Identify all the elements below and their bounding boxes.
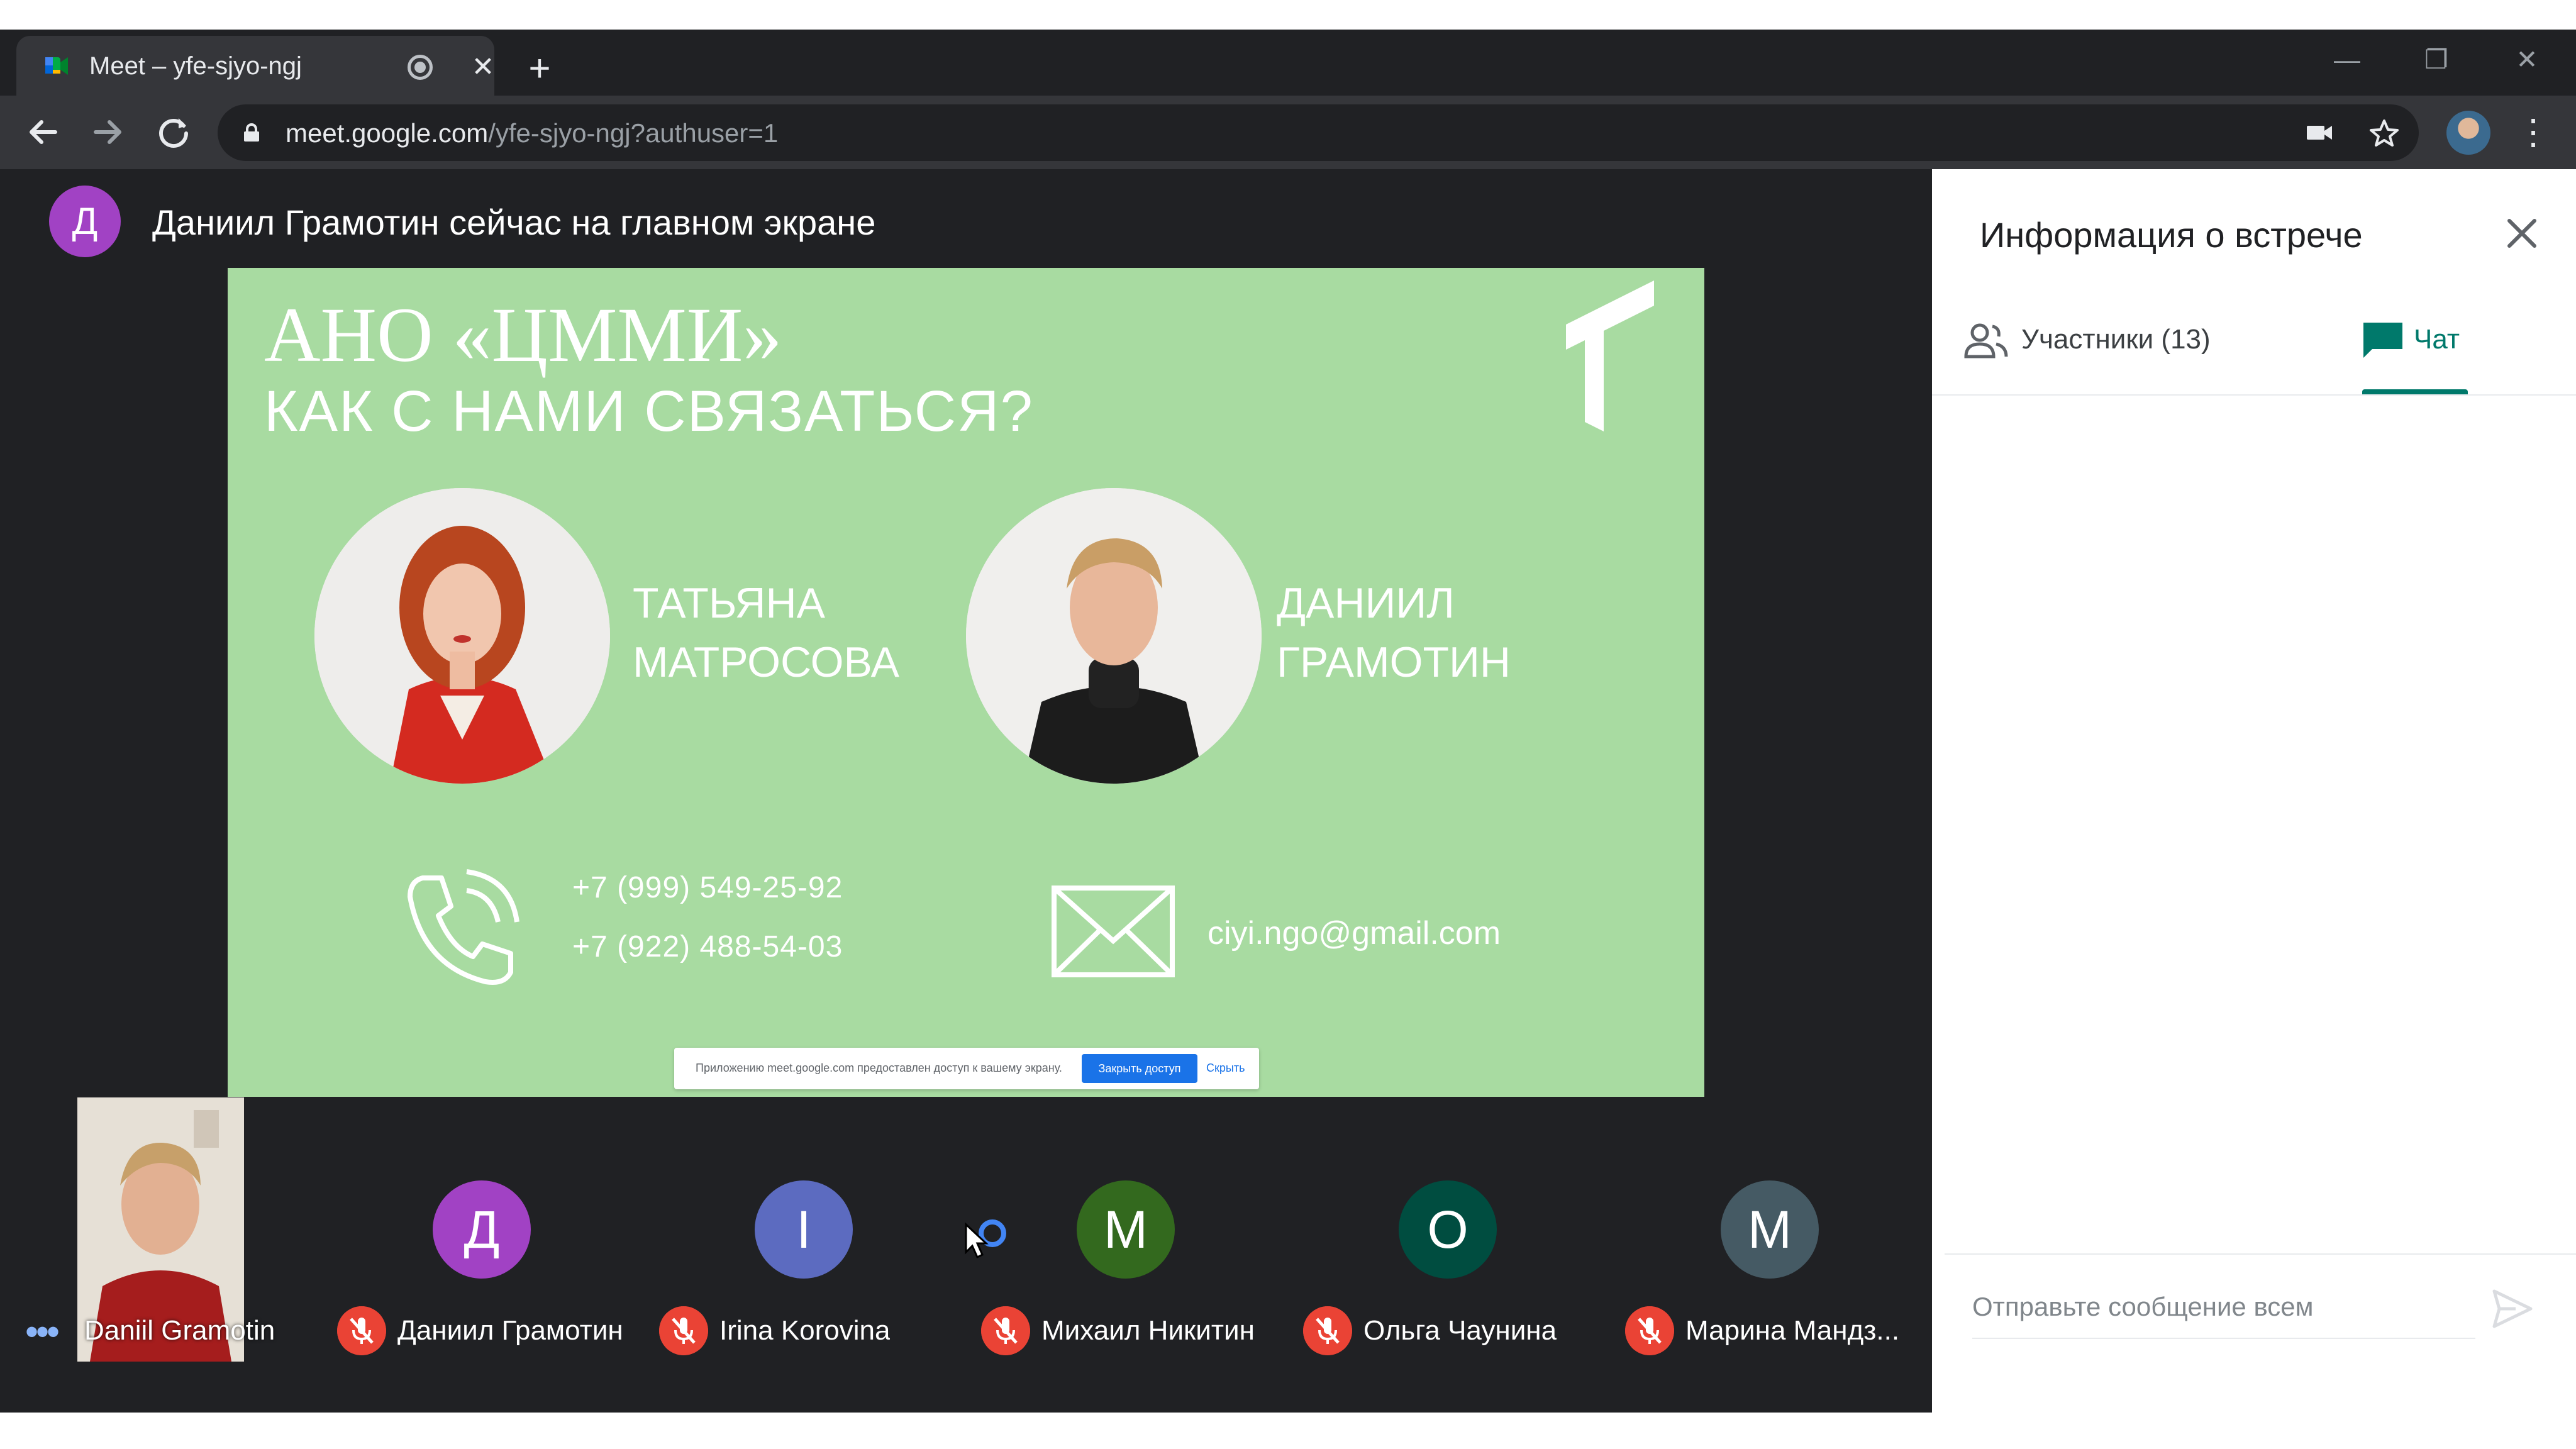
participant-strip: ••• Daniil Gramotin Д Даниил Грамотин I bbox=[0, 1097, 1932, 1413]
mic-muted-icon bbox=[981, 1306, 1030, 1355]
url-path: /yfe-sjyo-ngj?authuser=1 bbox=[488, 118, 779, 148]
phone-number-1: +7 (999) 549-25-92 bbox=[572, 871, 843, 904]
participant-name: Марина Мандз... bbox=[1685, 1315, 1900, 1346]
person1-first-name: ТАТЬЯНА bbox=[633, 579, 825, 627]
recording-indicator-icon bbox=[408, 55, 433, 80]
person-photo-tatyana-image bbox=[314, 488, 610, 784]
mic-muted-icon bbox=[659, 1306, 708, 1355]
participant-avatar: О bbox=[1399, 1180, 1497, 1279]
slide-title: АНО «ЦММИ» bbox=[264, 292, 782, 378]
slide-subtitle: КАК С НАМИ СВЯЗАТЬСЯ? bbox=[264, 379, 1034, 443]
person2-first-name: ДАНИИЛ bbox=[1277, 579, 1455, 627]
person-photo-daniil-image bbox=[966, 488, 1262, 784]
participant-tile[interactable]: М Михаил Никитин bbox=[966, 1097, 1288, 1413]
participant-name: Irina Korovina bbox=[719, 1315, 891, 1346]
profile-avatar[interactable] bbox=[2446, 111, 2490, 155]
participant-name: Даниил Грамотин bbox=[397, 1315, 623, 1346]
camera-in-use-icon[interactable] bbox=[2304, 118, 2336, 147]
people-icon bbox=[1964, 323, 2008, 358]
participant-avatar: I bbox=[755, 1180, 853, 1279]
new-tab-button[interactable]: + bbox=[522, 50, 557, 87]
back-arrow-icon[interactable] bbox=[23, 112, 63, 152]
minimize-button[interactable]: — bbox=[2322, 42, 2372, 77]
tab-chat[interactable]: Чат bbox=[2360, 320, 2523, 396]
tabs-divider bbox=[1932, 394, 2576, 396]
person-photo-tatyana bbox=[314, 488, 610, 784]
chat-message-input[interactable] bbox=[1972, 1276, 2475, 1339]
screen-share-notice: Приложению meet.google.com предоставлен … bbox=[674, 1048, 1259, 1089]
hide-notice-link[interactable]: Скрыть bbox=[1206, 1062, 1245, 1075]
meeting-stage: Д Даниил Грамотин сейчас на главном экра… bbox=[0, 169, 1932, 1413]
browser-menu-icon[interactable]: ⋮ bbox=[2516, 112, 2551, 152]
browser-tabstrip: Meet – yfe-sjyo-ngj ✕ + — ❐ ✕ bbox=[0, 30, 2576, 96]
url-text: meet.google.com/yfe-sjyo-ngj?authuser=1 bbox=[286, 118, 778, 148]
star-bookmark-icon[interactable] bbox=[2368, 118, 2400, 147]
more-options-icon[interactable]: ••• bbox=[25, 1310, 60, 1353]
close-icon[interactable] bbox=[2498, 209, 2546, 257]
lock-icon bbox=[244, 123, 259, 142]
mic-muted-icon bbox=[1625, 1306, 1674, 1355]
screen-share-notice-text: Приложению meet.google.com предоставлен … bbox=[696, 1062, 1062, 1074]
meet-favicon-icon bbox=[45, 57, 68, 75]
tab-title: Meet – yfe-sjyo-ngj bbox=[89, 52, 302, 80]
participant-tile[interactable]: О Ольга Чаунина bbox=[1288, 1097, 1610, 1413]
mic-muted-icon bbox=[1303, 1306, 1352, 1355]
participant-name: Михаил Никитин bbox=[1041, 1315, 1255, 1346]
presenter-status-text: Даниил Грамотин сейчас на главном экране bbox=[152, 203, 876, 242]
browser-tab[interactable]: Meet – yfe-sjyo-ngj ✕ bbox=[16, 36, 494, 96]
screen: Meet – yfe-sjyo-ngj ✕ + — ❐ ✕ meet.googl… bbox=[0, 30, 2576, 1413]
reload-icon[interactable] bbox=[153, 112, 194, 152]
address-bar[interactable]: meet.google.com/yfe-sjyo-ngj?authuser=1 bbox=[218, 104, 2419, 161]
browser-toolbar: meet.google.com/yfe-sjyo-ngj?authuser=1 … bbox=[0, 96, 2576, 169]
chat-divider bbox=[1945, 1253, 2576, 1255]
restore-button[interactable]: ❐ bbox=[2411, 42, 2462, 77]
organization-logo-icon bbox=[1566, 280, 1654, 431]
chat-input-wrapper bbox=[1972, 1276, 2475, 1339]
shared-screen-slide: АНО «ЦММИ» КАК С НАМИ СВЯЗАТЬСЯ? ТАТЬЯНА… bbox=[228, 268, 1704, 1097]
chat-icon bbox=[2363, 323, 2402, 358]
presenter-avatar: Д bbox=[49, 186, 121, 257]
tab-participants-label: Участники (13) bbox=[2021, 324, 2211, 355]
phone-number-2: +7 (922) 488-54-03 bbox=[572, 930, 843, 963]
phone-icon bbox=[408, 869, 519, 985]
participant-avatar: М bbox=[1077, 1180, 1175, 1279]
panel-title: Информация о встрече bbox=[1980, 215, 2363, 255]
send-icon[interactable] bbox=[2488, 1285, 2536, 1333]
window-close-button[interactable]: ✕ bbox=[2502, 42, 2552, 77]
self-name-label: Daniil Gramotin bbox=[84, 1315, 275, 1346]
mic-muted-icon bbox=[337, 1306, 386, 1355]
active-tab-indicator bbox=[2362, 389, 2468, 394]
participant-tile[interactable]: Д Даниил Грамотин bbox=[322, 1097, 644, 1413]
participant-avatar: Д bbox=[433, 1180, 531, 1279]
participant-avatar: М bbox=[1721, 1180, 1819, 1279]
person2-last-name: ГРАМОТИН bbox=[1277, 638, 1511, 686]
tab-close-icon[interactable]: ✕ bbox=[467, 51, 499, 84]
participant-tile[interactable]: М Марина Мандз... bbox=[1610, 1097, 1932, 1413]
presenter-bar: Д Даниил Грамотин сейчас на главном экра… bbox=[0, 169, 1932, 267]
person1-last-name: МАТРОСОВА bbox=[633, 638, 899, 686]
person-photo-daniil bbox=[966, 488, 1262, 784]
tab-chat-label: Чат bbox=[2414, 324, 2460, 355]
meeting-info-panel: Информация о встрече Участники (13) Чат bbox=[1932, 169, 2576, 1413]
url-host: meet.google.com bbox=[286, 118, 489, 148]
contact-email: ciyi.ngo@gmail.com bbox=[1208, 915, 1501, 952]
tab-participants[interactable]: Участники (13) bbox=[1963, 320, 2278, 396]
forward-arrow-icon[interactable] bbox=[88, 112, 128, 152]
envelope-icon bbox=[1052, 886, 1175, 977]
stop-sharing-button[interactable]: Закрыть доступ bbox=[1082, 1054, 1197, 1083]
participant-tile[interactable]: I Irina Korovina bbox=[644, 1097, 966, 1413]
participant-name: Ольга Чаунина bbox=[1363, 1315, 1557, 1346]
